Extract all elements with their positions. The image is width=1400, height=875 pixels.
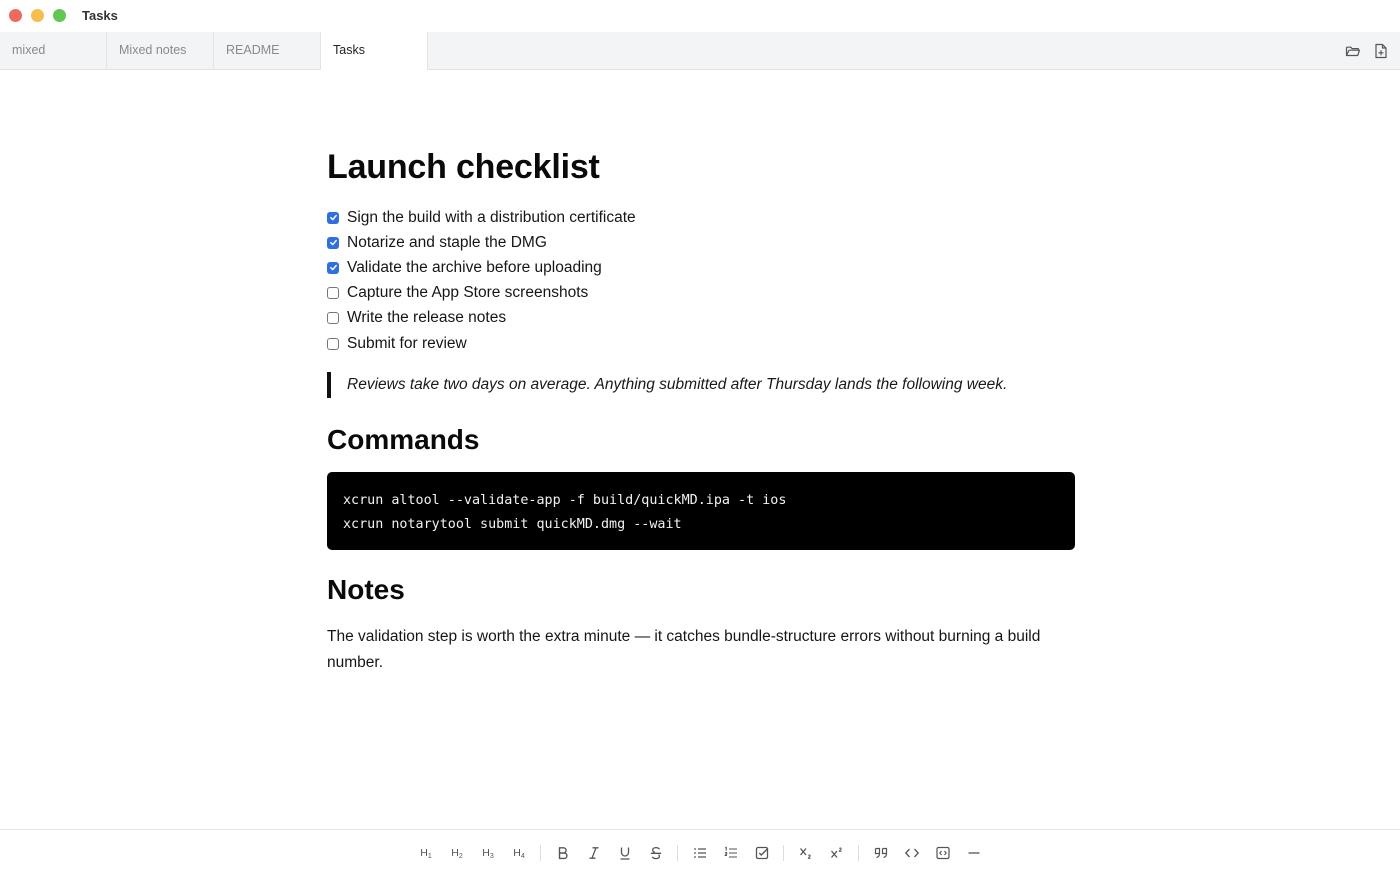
task-checkbox-unchecked[interactable]: [327, 312, 339, 325]
toolbar-divider: [540, 845, 541, 861]
superscript-icon[interactable]: [825, 842, 849, 864]
task-list: Sign the build with a distribution certi…: [327, 205, 1075, 356]
quote-icon[interactable]: [869, 842, 893, 864]
code-block: xcrun altool --validate-app -f build/qui…: [327, 472, 1075, 551]
minimize-window-button[interactable]: [31, 9, 44, 22]
heading-3-label: H: [482, 846, 490, 859]
commands-heading: Commands: [327, 424, 480, 456]
heading-1-label: H: [420, 846, 428, 859]
task-item: Write the release notes: [327, 306, 1075, 331]
toolbar-divider: [677, 845, 678, 861]
task-item: Notarize and staple the DMG: [327, 230, 1075, 255]
task-text: Notarize and staple the DMG: [347, 233, 547, 251]
task-list-icon[interactable]: [750, 842, 774, 864]
strikethrough-icon[interactable]: [644, 842, 668, 864]
tab-tasks[interactable]: Tasks: [321, 32, 428, 70]
italic-icon[interactable]: [582, 842, 606, 864]
task-item: Submit for review: [327, 331, 1075, 356]
subscript-icon[interactable]: [794, 842, 818, 864]
notes-paragraph: The validation step is worth the extra m…: [327, 628, 1041, 671]
code-line: xcrun altool --validate-app -f build/qui…: [343, 493, 787, 509]
heading-2-label: H: [451, 846, 459, 859]
code-block-icon[interactable]: [931, 842, 955, 864]
task-checkbox-checked[interactable]: [327, 236, 339, 249]
close-window-button[interactable]: [9, 9, 22, 22]
heading-2-level: 2: [458, 852, 463, 860]
window-title: Tasks: [82, 8, 118, 23]
formatting-toolbar: H1 H2 H3 H4: [0, 829, 1400, 875]
folder-open-icon[interactable]: [1344, 42, 1362, 60]
heading-1-button[interactable]: H1: [414, 842, 438, 864]
task-checkbox-checked[interactable]: [327, 211, 339, 224]
numbered-list-icon[interactable]: [719, 842, 743, 864]
title-bar: Tasks: [0, 0, 1400, 32]
tab-mixed-notes[interactable]: Mixed notes: [107, 32, 214, 70]
heading-3-level: 3: [489, 852, 494, 860]
bulleted-list-icon[interactable]: [688, 842, 712, 864]
code-line: xcrun notarytool submit quickMD.dmg --wa…: [343, 516, 682, 532]
blockquote: Reviews take two days on average. Anythi…: [327, 372, 1075, 399]
bold-icon[interactable]: [551, 842, 575, 864]
toolbar-divider: [783, 845, 784, 861]
heading-4-button[interactable]: H4: [507, 842, 531, 864]
heading-3-button[interactable]: H3: [476, 842, 500, 864]
task-item: Validate the archive before uploading: [327, 255, 1075, 280]
task-text: Capture the App Store screenshots: [347, 284, 589, 302]
maximize-window-button[interactable]: [53, 9, 66, 22]
heading-4-level: 4: [520, 852, 525, 860]
task-text: Submit for review: [347, 334, 467, 352]
document-title: Launch checklist: [327, 148, 600, 186]
underline-icon[interactable]: [613, 842, 637, 864]
tab-mixed[interactable]: mixed: [0, 32, 107, 70]
toolbar-divider: [858, 845, 859, 861]
tab-readme[interactable]: README: [214, 32, 321, 70]
task-item: Capture the App Store screenshots: [327, 281, 1075, 306]
notes-heading: Notes: [327, 574, 405, 606]
task-checkbox-unchecked[interactable]: [327, 287, 339, 300]
heading-4-label: H: [513, 846, 521, 859]
task-text: Write the release notes: [347, 309, 507, 327]
tab-bar: mixed Mixed notes README Tasks: [0, 32, 1400, 70]
task-text: Validate the archive before uploading: [347, 258, 602, 276]
heading-1-level: 1: [427, 852, 432, 860]
task-text: Sign the build with a distribution certi…: [347, 208, 636, 226]
editor-content[interactable]: Launch checklist Sign the build with a d…: [327, 140, 1075, 675]
heading-2-button[interactable]: H2: [445, 842, 469, 864]
inline-code-icon[interactable]: [900, 842, 924, 864]
task-checkbox-unchecked[interactable]: [327, 337, 339, 350]
task-item: Sign the build with a distribution certi…: [327, 205, 1075, 230]
horizontal-rule-icon[interactable]: [962, 842, 986, 864]
new-document-icon[interactable]: [1372, 42, 1390, 60]
task-checkbox-checked[interactable]: [327, 261, 339, 274]
